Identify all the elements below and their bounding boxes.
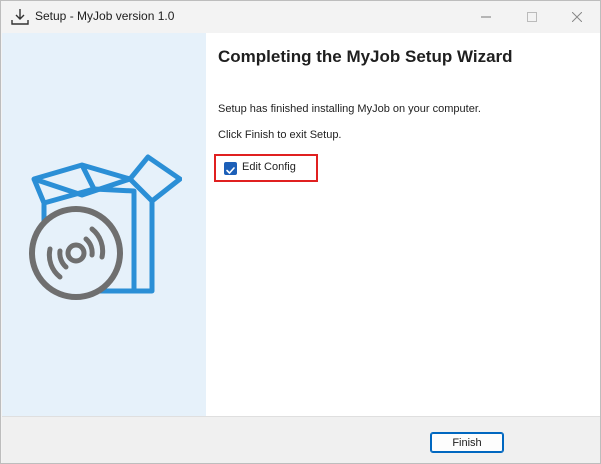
wizard-heading: Completing the MyJob Setup Wizard <box>218 47 513 66</box>
minimize-icon <box>481 16 491 18</box>
edit-config-checkbox[interactable] <box>224 162 237 175</box>
finish-button[interactable]: Finish <box>430 432 504 453</box>
exit-instructions: Click Finish to exit Setup. <box>218 129 342 141</box>
title-bar[interactable]: Setup - MyJob version 1.0 <box>1 1 600 33</box>
software-box-icon <box>29 154 182 300</box>
wizard-side-panel <box>2 33 206 416</box>
setup-window: Setup - MyJob version 1.0 Completing the… <box>0 0 601 464</box>
edit-config-label: Edit Config <box>242 161 296 173</box>
maximize-button[interactable] <box>509 1 555 33</box>
edit-config-option[interactable]: Edit Config <box>214 154 318 182</box>
close-button[interactable] <box>554 1 600 33</box>
wizard-content: Completing the MyJob Setup Wizard Setup … <box>2 33 600 416</box>
maximize-icon <box>527 12 537 22</box>
finished-message: Setup has finished installing MyJob on y… <box>218 103 481 115</box>
checkmark-icon <box>226 167 235 174</box>
installer-icon <box>11 8 29 26</box>
window-title: Setup - MyJob version 1.0 <box>35 9 175 23</box>
button-bar: Finish <box>2 416 600 463</box>
minimize-button[interactable] <box>463 1 509 33</box>
close-icon <box>572 12 582 22</box>
